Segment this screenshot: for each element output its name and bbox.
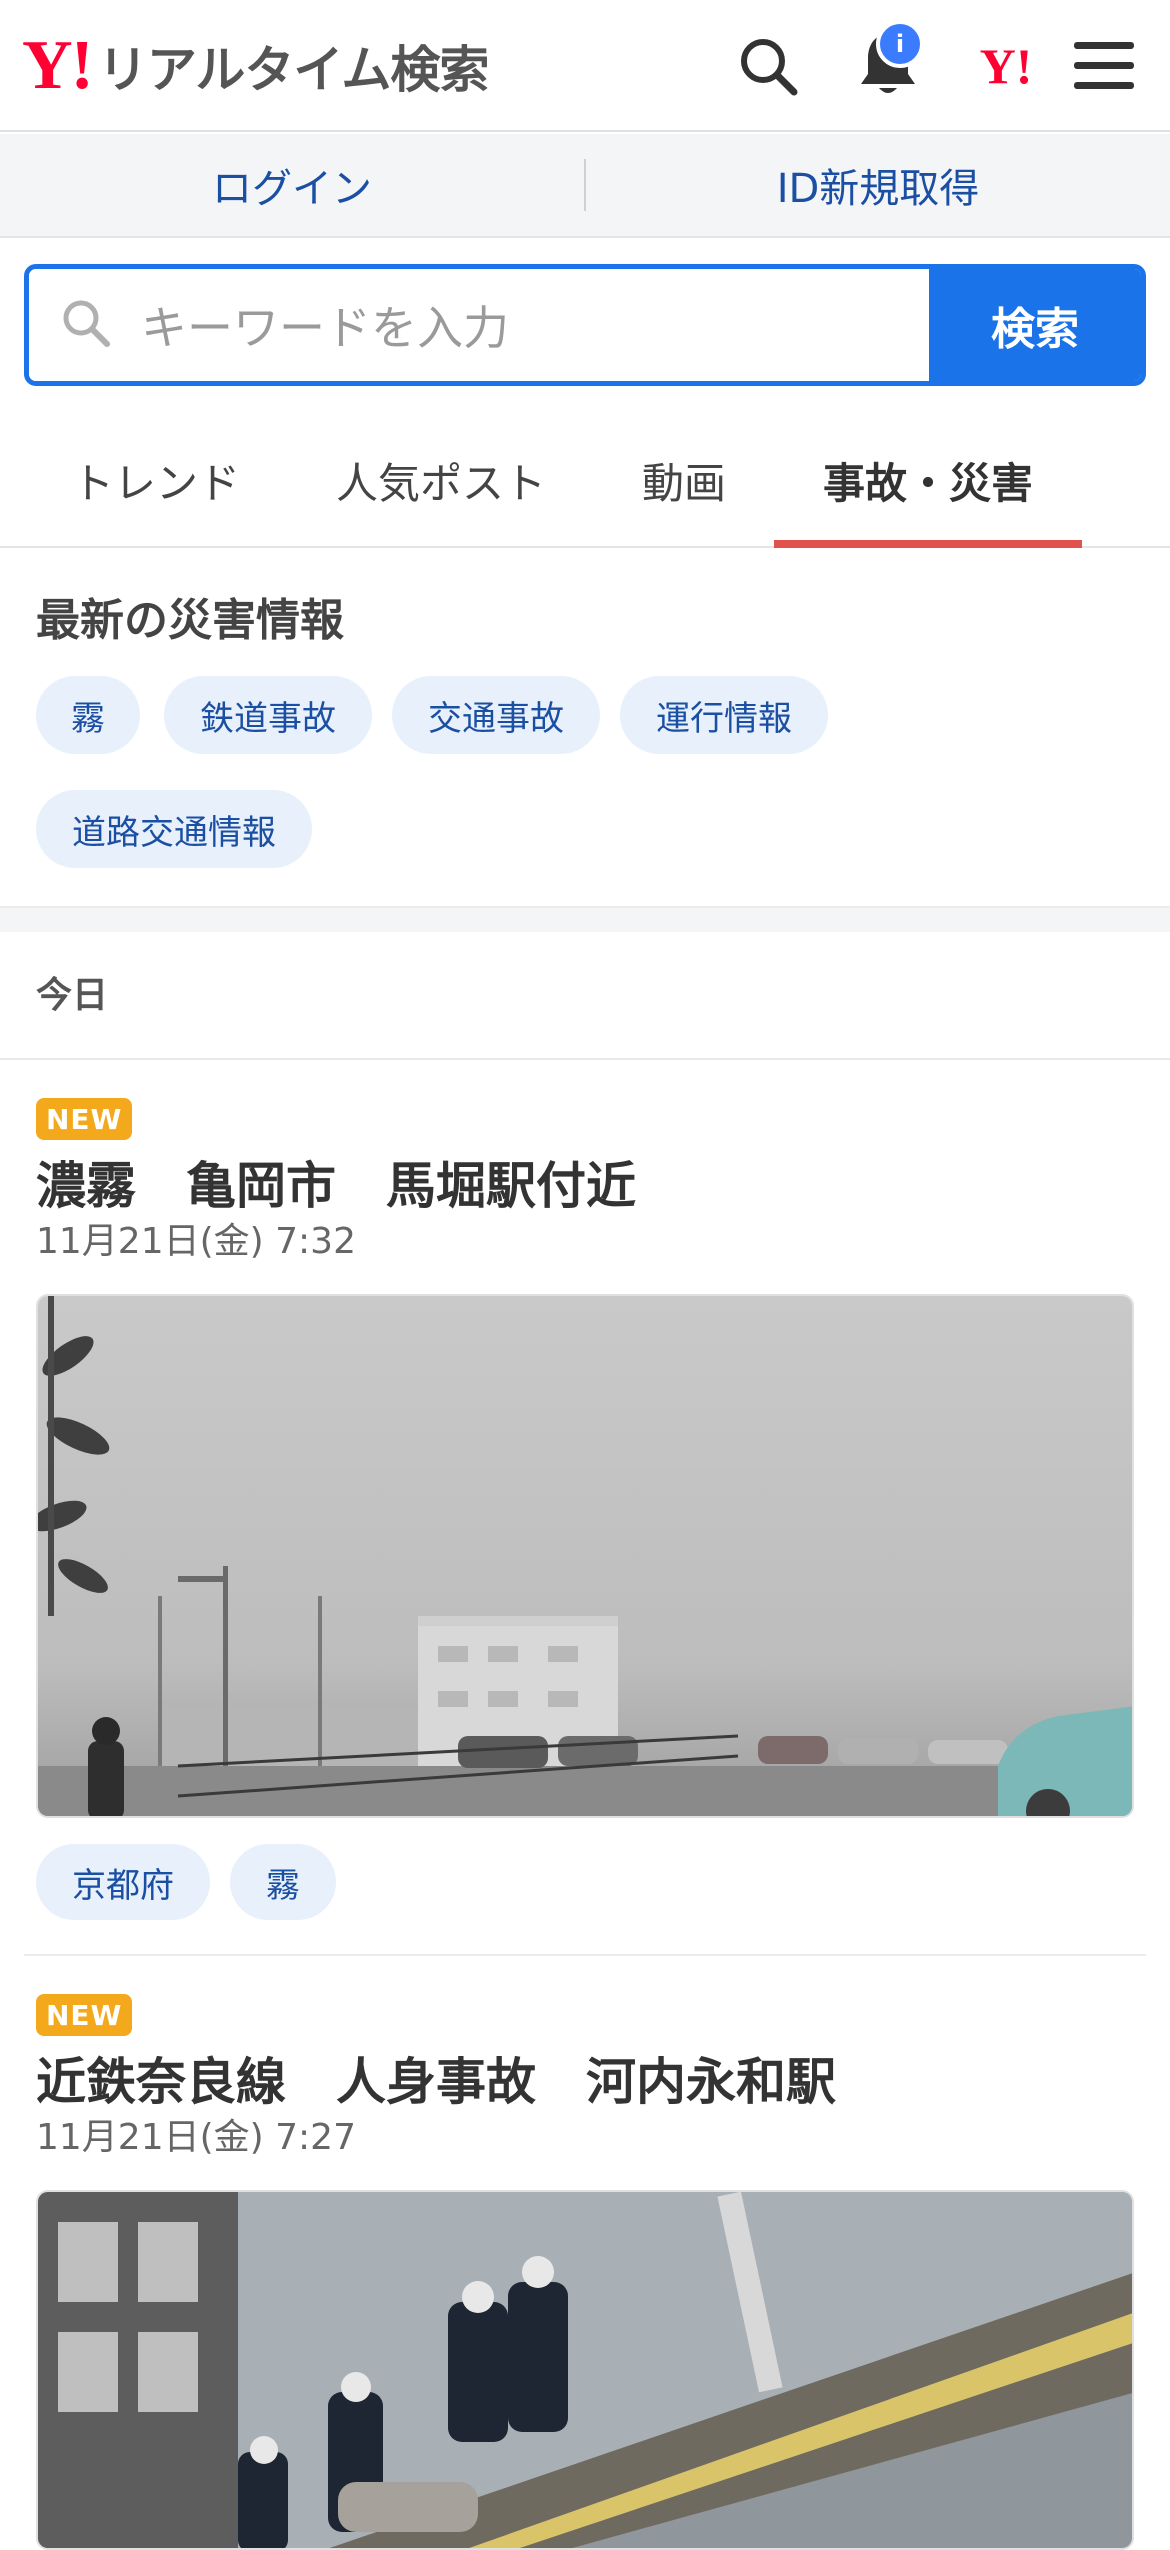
account-bar: ログイン ID新規取得	[0, 134, 1170, 238]
post-image-fog[interactable]	[36, 1294, 1134, 1818]
tab-accidents-disasters[interactable]: 事故・災害	[774, 414, 1082, 548]
search-icon[interactable]	[730, 28, 806, 104]
search-button[interactable]: 検索	[929, 269, 1141, 381]
notification-badge: i	[876, 20, 924, 68]
post-divider	[24, 1954, 1146, 1956]
post-timestamp: 11月21日(金) 7:27	[36, 2117, 356, 2158]
yahoo-icon-mark: Y!	[979, 38, 1033, 94]
yahoo-realtime-logo[interactable]: Y! リアルタイム検索	[22, 27, 489, 104]
tab-popular-posts[interactable]: 人気ポスト	[306, 414, 576, 546]
date-group-label: 今日	[36, 975, 109, 1016]
disaster-section-title: 最新の災害情報	[36, 595, 344, 646]
new-badge: NEW	[36, 1098, 133, 1140]
chip-railway-accident[interactable]: 鉄道事故	[164, 676, 372, 754]
date-divider	[0, 1058, 1170, 1060]
search-placeholder: キーワードを入力	[141, 301, 509, 355]
search-bar: キーワードを入力 検索	[24, 264, 1146, 386]
tag-fog[interactable]: 霧	[230, 1844, 336, 1920]
post-title[interactable]: 濃霧 亀岡市 馬堀駅付近	[36, 1146, 636, 1218]
menu-icon[interactable]	[1066, 28, 1142, 104]
search-field-icon	[59, 296, 113, 354]
section-divider	[0, 906, 1170, 932]
tag-kyoto[interactable]: 京都府	[36, 1844, 210, 1920]
register-link[interactable]: ID新規取得	[586, 156, 1170, 214]
login-link[interactable]: ログイン	[0, 156, 584, 214]
new-badge: NEW	[36, 1994, 133, 2036]
logo-text: リアルタイム検索	[97, 41, 489, 99]
search-input[interactable]: キーワードを入力	[29, 269, 929, 381]
notification-button[interactable]: i	[850, 20, 926, 104]
chip-service-info[interactable]: 運行情報	[620, 676, 828, 754]
chip-fog[interactable]: 霧	[36, 676, 140, 754]
chip-traffic-accident[interactable]: 交通事故	[392, 676, 600, 754]
post-image-train-accident[interactable]	[36, 2190, 1134, 2550]
yahoo-icon[interactable]: Y!	[968, 28, 1044, 104]
post-title[interactable]: 近鉄奈良線 人身事故 河内永和駅	[36, 2042, 836, 2114]
app-header: Y! リアルタイム検索 i Y!	[0, 0, 1170, 132]
post-timestamp: 11月21日(金) 7:32	[36, 1221, 356, 1262]
chip-road-traffic-info[interactable]: 道路交通情報	[36, 790, 312, 868]
logo-mark: Y!	[22, 27, 94, 104]
tab-videos[interactable]: 動画	[614, 414, 754, 546]
tab-trend[interactable]: トレンド	[36, 414, 276, 546]
category-tabs: トレンド 人気ポスト 動画 事故・災害	[0, 414, 1170, 548]
